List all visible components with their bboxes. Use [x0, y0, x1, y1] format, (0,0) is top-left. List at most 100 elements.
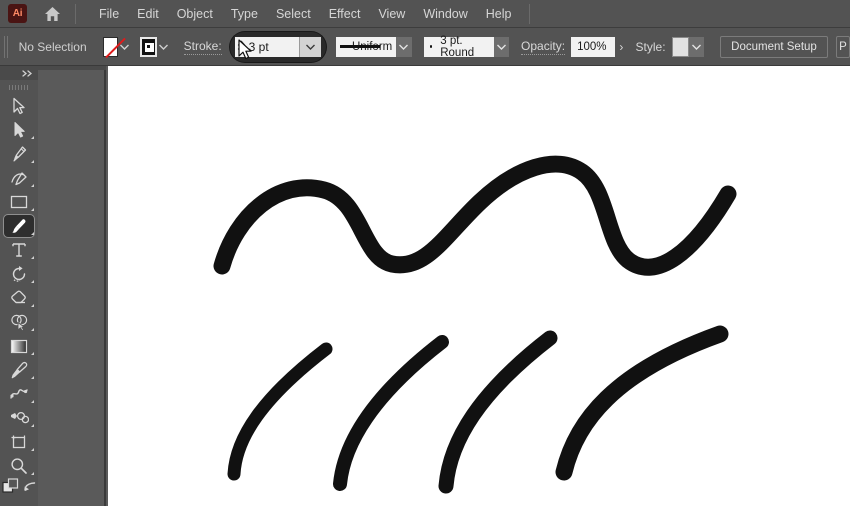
style-chevron-down-icon[interactable] — [688, 36, 705, 57]
double-chevron-right-icon — [22, 69, 33, 77]
tool-symbol-sprayer[interactable] — [0, 406, 38, 430]
opacity-input[interactable]: 100% — [571, 36, 616, 57]
tool-rotate[interactable] — [0, 262, 38, 286]
shape-builder-icon — [10, 314, 27, 331]
curvature-icon — [11, 172, 27, 186]
tool-blend[interactable] — [0, 382, 38, 406]
artboard-canvas[interactable] — [108, 66, 850, 506]
arc-stroke-1[interactable] — [227, 342, 333, 481]
brush-definition-chevron-down-icon[interactable] — [493, 36, 510, 57]
tool-rectangle[interactable] — [0, 190, 38, 214]
stroke-weight-stepper[interactable] — [236, 37, 247, 57]
tool-type[interactable] — [0, 238, 38, 262]
app-logo-icon[interactable]: Ai — [8, 4, 27, 23]
menu-item-file[interactable]: File — [90, 4, 128, 24]
magnifier-icon — [11, 458, 27, 474]
rectangle-icon — [10, 195, 28, 209]
artwork-layer — [213, 155, 737, 494]
tool-selection[interactable] — [0, 94, 38, 118]
control-bar: No Selection Stroke: 3 pt 3 pt. Round Op… — [0, 28, 850, 66]
home-icon[interactable] — [43, 5, 61, 23]
opacity-expand-icon[interactable]: › — [615, 37, 627, 57]
tool-group-indicator — [31, 232, 34, 235]
menu-bar: Ai File Edit Object Type Select Effect V… — [0, 0, 850, 28]
style-label: Style: — [635, 39, 666, 54]
stroke-weight-dropdown-icon[interactable] — [298, 36, 321, 57]
brush-preview-dot-icon — [429, 45, 433, 48]
tool-eraser[interactable] — [0, 286, 38, 310]
gradient-icon — [10, 339, 28, 353]
tool-group-indicator — [31, 136, 34, 139]
tool-direct-selection[interactable] — [0, 118, 38, 142]
style-swatch[interactable] — [671, 36, 689, 57]
tool-eyedropper[interactable] — [0, 358, 38, 382]
menu-separator-right — [528, 3, 530, 24]
tool-group-indicator — [31, 280, 34, 283]
opacity-value: 100% — [577, 40, 607, 53]
tool-group-indicator — [31, 184, 34, 187]
menu-separator — [75, 3, 76, 24]
grip-lines-icon — [9, 84, 29, 90]
artboard-icon — [11, 435, 26, 448]
tool-group-indicator — [31, 256, 34, 259]
stroke-chevron-down-icon[interactable] — [157, 37, 170, 57]
tools-panel-collapse-button[interactable] — [0, 66, 38, 80]
fill-stroke-proxy-icon[interactable] — [1, 478, 20, 496]
menu-item-type[interactable]: Type — [222, 4, 267, 24]
stroke-swatch[interactable] — [140, 36, 157, 57]
brush-definition-value: 3 pt. Round — [440, 34, 475, 59]
brush-definition-field[interactable]: 3 pt. Round — [423, 34, 494, 59]
menu-item-edit[interactable]: Edit — [128, 4, 168, 24]
stroke-weight-label: Stroke: — [183, 38, 222, 55]
eraser-icon — [11, 290, 26, 304]
control-bar-grip[interactable] — [4, 35, 9, 58]
wavy-line-stroke[interactable] — [213, 155, 737, 276]
tool-group-indicator — [31, 472, 34, 475]
tool-group-indicator — [31, 160, 34, 163]
stroke-weight-input[interactable]: 3 pt — [234, 36, 299, 57]
stroke-profile-chevron-down-icon[interactable] — [396, 36, 412, 57]
tool-group-indicator — [31, 400, 34, 403]
opacity-label: Opacity: — [521, 38, 566, 55]
menu-item-select[interactable]: Select — [267, 4, 320, 24]
tool-artboard[interactable] — [0, 430, 38, 454]
menu-item-view[interactable]: View — [369, 4, 414, 24]
tool-group-indicator — [31, 376, 34, 379]
menu-item-window[interactable]: Window — [414, 4, 476, 24]
stroke-weight-combo[interactable]: 3 pt — [229, 31, 326, 62]
arc-stroke-3[interactable] — [438, 330, 558, 494]
type-icon — [12, 243, 26, 257]
selection-status: No Selection — [18, 39, 87, 54]
tool-paintbrush[interactable] — [0, 214, 38, 238]
tool-group-indicator — [31, 208, 34, 211]
arc-stroke-4[interactable] — [555, 325, 729, 481]
arc-stroke-2[interactable] — [333, 335, 449, 491]
selection-arrow-icon — [12, 97, 25, 115]
menu-item-help[interactable]: Help — [477, 4, 521, 24]
tool-curvature[interactable] — [0, 166, 38, 190]
tool-pen[interactable] — [0, 142, 38, 166]
menu-items: File Edit Object Type Select Effect View… — [90, 4, 521, 24]
swap-arrow-icon[interactable] — [23, 480, 37, 494]
rotate-icon — [12, 266, 26, 282]
blend-icon — [10, 389, 28, 399]
tools-panel — [0, 66, 38, 506]
tool-shape-builder[interactable] — [0, 310, 38, 334]
tool-group-indicator — [31, 448, 34, 451]
illustrator-window: Ai File Edit Object Type Select Effect V… — [0, 0, 850, 506]
document-setup-button[interactable]: Document Setup — [720, 35, 828, 58]
fill-swatch[interactable] — [102, 36, 119, 57]
paintbrush-icon — [11, 218, 26, 233]
tool-group-indicator — [31, 424, 34, 427]
stroke-profile-field[interactable]: Uniform — [335, 36, 397, 57]
menu-item-effect[interactable]: Effect — [320, 4, 370, 24]
tools-panel-footer — [0, 470, 38, 504]
tools-panel-grip[interactable] — [0, 80, 38, 94]
direct-selection-arrow-icon — [14, 122, 25, 138]
eyedropper-icon — [11, 361, 28, 379]
preferences-button[interactable]: P — [835, 35, 850, 58]
profile-preview-line — [339, 45, 380, 48]
tool-gradient[interactable] — [0, 334, 38, 358]
symbol-sprayer-icon — [11, 411, 29, 424]
menu-item-object[interactable]: Object — [168, 4, 222, 24]
